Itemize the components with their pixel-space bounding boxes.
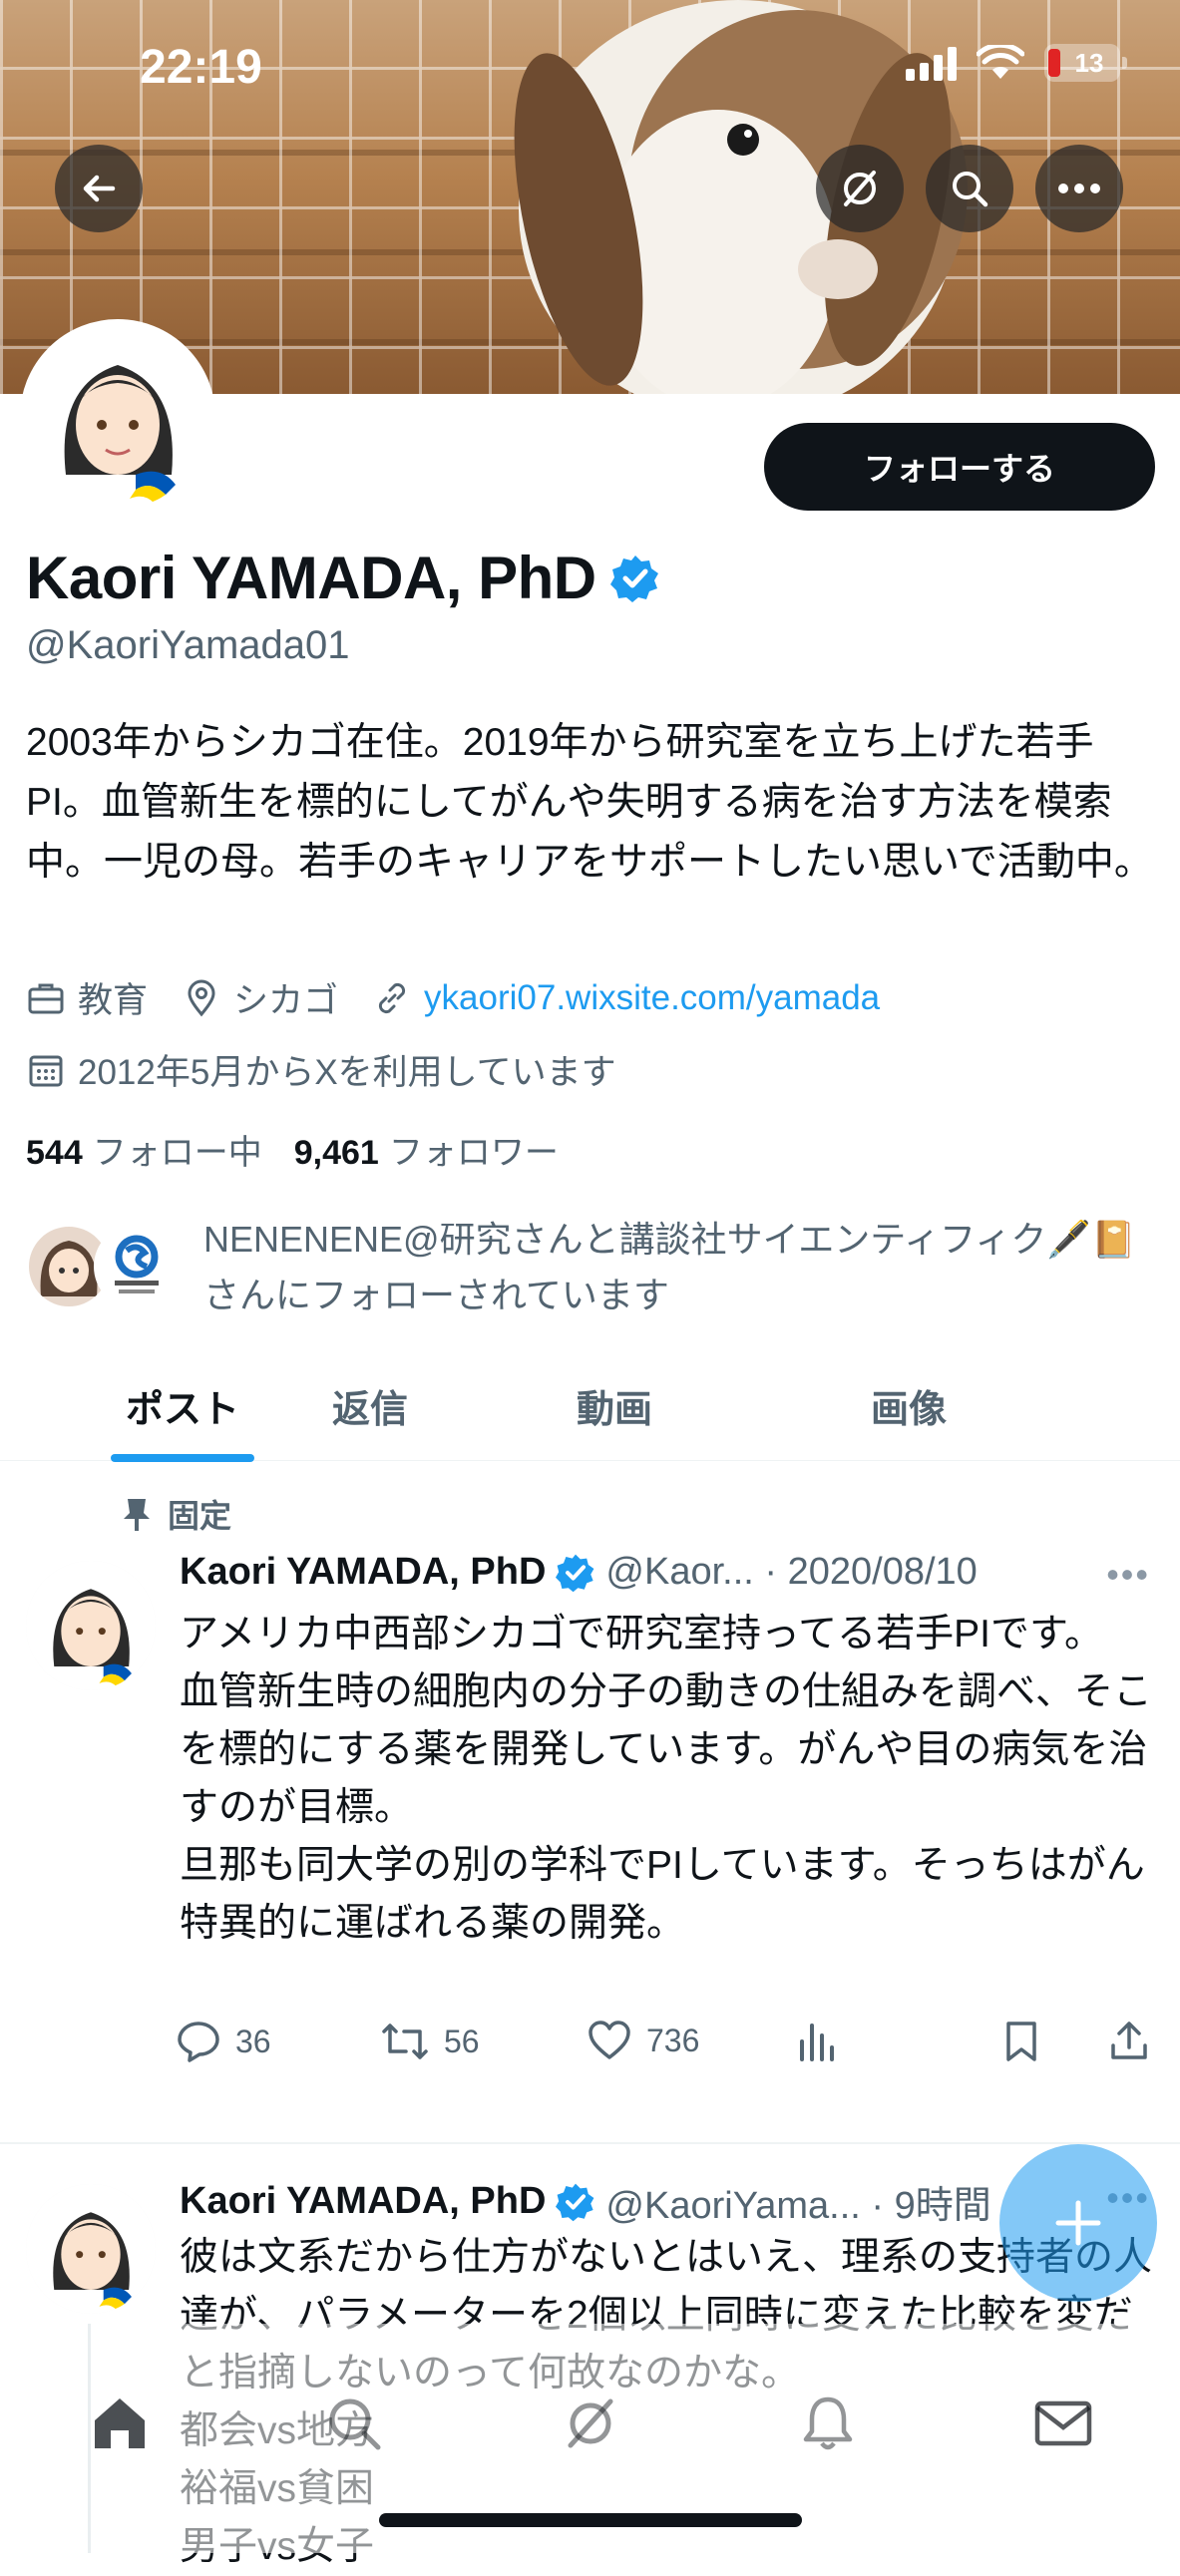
pinned-indicator: 固定 — [120, 1491, 231, 1537]
profile-banner[interactable]: 22:19 13 — [0, 0, 1180, 394]
more-icon — [1058, 184, 1100, 193]
cellular-signal-icon — [906, 45, 957, 81]
link-icon — [379, 982, 406, 1013]
back-button[interactable] — [55, 145, 143, 232]
tab-videos[interactable]: 動画 — [495, 1351, 734, 1460]
tab-images[interactable]: 画像 — [734, 1351, 1083, 1460]
nav-search[interactable] — [314, 2384, 394, 2463]
mail-icon — [1034, 2400, 1092, 2446]
profile-tabs: ポスト 返信 動画 画像 — [0, 1351, 1180, 1461]
home-indicator — [379, 2513, 802, 2527]
arrow-left-icon — [83, 175, 116, 202]
followers-count: 9,461 — [293, 1134, 379, 1172]
verified-badge-icon[interactable] — [609, 553, 660, 603]
reply-button[interactable]: 36 — [176, 2020, 271, 2063]
location-pin-icon — [188, 979, 215, 1016]
search-icon — [953, 172, 988, 207]
follower-avatar — [94, 1224, 180, 1309]
battery-level: 13 — [1074, 47, 1104, 78]
calendar-icon — [29, 1055, 63, 1086]
wifi-icon — [977, 45, 1024, 79]
bookmark-icon — [1006, 2022, 1036, 2061]
followers-label: フォロワー — [388, 1134, 559, 1172]
like-count: 736 — [646, 2022, 700, 2058]
share-button[interactable] — [1107, 2020, 1151, 2063]
more-button[interactable] — [1035, 145, 1123, 232]
followed-by-avatars — [26, 1212, 186, 1309]
post-header: Kaori YAMADA, PhD @Kaor... · 2020/08/10 — [180, 1551, 978, 1594]
status-time: 22:19 — [140, 41, 262, 94]
battery-icon: 13 — [1044, 44, 1127, 82]
pinned-label: 固定 — [168, 1498, 232, 1534]
status-bar: 22:19 13 — [0, 0, 1180, 140]
followed-by-section[interactable]: NENENENE@研究さんと講談社サイエンティフィク🖋️📔さんにフォローされてい… — [26, 1212, 1161, 1323]
bookmark-button[interactable] — [1003, 2020, 1039, 2063]
post-meta: @Kaor... · 2020/08/10 — [605, 1551, 978, 1593]
profile-avatar[interactable] — [20, 319, 215, 515]
nav-grok[interactable] — [551, 2384, 630, 2463]
search-icon — [329, 2398, 381, 2450]
post-text: アメリカ中西部シカゴで研究室持ってる若手PIです。 血管新生時の細胞内の分子の動… — [180, 1613, 1153, 1945]
post-author-name[interactable]: Kaori YAMADA, PhD — [180, 2180, 546, 2223]
tab-replies[interactable]: 返信 — [245, 1351, 495, 1460]
profile-meta-row: 教育 シカゴ ykaori07.wixsite.com/yamada — [26, 972, 880, 1023]
following-link[interactable]: 544 フォロー中 — [26, 1125, 262, 1174]
analytics-icon — [800, 2024, 834, 2061]
verified-badge-icon — [556, 1554, 594, 1592]
post-header: Kaori YAMADA, PhD @KaoriYama... · 9時間 — [180, 2174, 991, 2229]
repost-icon — [382, 2024, 428, 2059]
repost-count: 56 — [444, 2023, 480, 2059]
post-divider — [0, 2142, 1180, 2144]
heart-icon — [589, 2021, 630, 2059]
bell-icon — [803, 2396, 853, 2450]
profile-handle: @KaoriYamada01 — [26, 623, 350, 667]
like-button[interactable]: 736 — [587, 2020, 699, 2061]
compose-post-button[interactable] — [999, 2144, 1157, 2302]
avatar-illustration — [26, 325, 209, 509]
reply-count: 36 — [235, 2023, 271, 2059]
following-count: 544 — [26, 1134, 83, 1172]
post-more-icon[interactable]: ••• — [1106, 1554, 1150, 1596]
profile-website-link[interactable]: ykaori07.wixsite.com/yamada — [424, 978, 880, 1018]
home-icon — [95, 2398, 145, 2448]
grok-icon — [568, 2398, 613, 2448]
nav-notifications[interactable] — [788, 2384, 868, 2463]
repost-button[interactable]: 56 — [380, 2020, 480, 2063]
share-icon — [1111, 2022, 1147, 2059]
verified-badge-icon — [556, 2183, 594, 2221]
post-actions: 36 56 736 — [176, 2020, 1163, 2079]
post-meta: @KaoriYama... · 9時間 — [605, 2185, 991, 2227]
pin-icon — [124, 1499, 150, 1531]
profile-location: シカゴ — [233, 981, 339, 1020]
profile-display-name: Kaori YAMADA, PhD — [26, 545, 596, 611]
profile-name-row: Kaori YAMADA, PhD — [26, 544, 660, 612]
nav-messages[interactable] — [1023, 2384, 1103, 2463]
profile-bio: 2003年からシカゴ在住。2019年から研究室を立ち上げた若手PI。血管新生を標… — [26, 721, 1153, 884]
profile-category: 教育 — [78, 981, 149, 1020]
profile-joined-date: 2012年5月からXを利用しています — [78, 1053, 616, 1092]
nav-home[interactable] — [80, 2384, 160, 2463]
avatar-illustration — [26, 1561, 156, 1690]
post-avatar[interactable] — [26, 1561, 156, 1690]
briefcase-icon — [28, 983, 64, 1013]
post-avatar[interactable] — [26, 2184, 156, 2314]
followed-by-text: NENENENE@研究さんと講談社サイエンティフィク🖋️📔さんにフォローされてい… — [203, 1219, 1136, 1315]
followers-link[interactable]: 9,461 フォロワー — [294, 1125, 559, 1174]
grok-icon — [844, 171, 876, 206]
reply-icon — [178, 2022, 219, 2062]
follow-button[interactable]: フォローする — [764, 423, 1155, 511]
avatar-illustration — [26, 2184, 156, 2314]
views-button[interactable] — [796, 2020, 836, 2061]
search-button[interactable] — [926, 145, 1013, 232]
profile-joined-row: 2012年5月からXを利用しています — [26, 1044, 616, 1095]
follow-stats: 544 フォロー中 9,461 フォロワー — [26, 1125, 559, 1174]
post-author-name[interactable]: Kaori YAMADA, PhD — [180, 1551, 546, 1594]
following-label: フォロー中 — [92, 1134, 262, 1172]
grok-button[interactable] — [816, 145, 904, 232]
plus-icon — [1055, 2200, 1101, 2246]
